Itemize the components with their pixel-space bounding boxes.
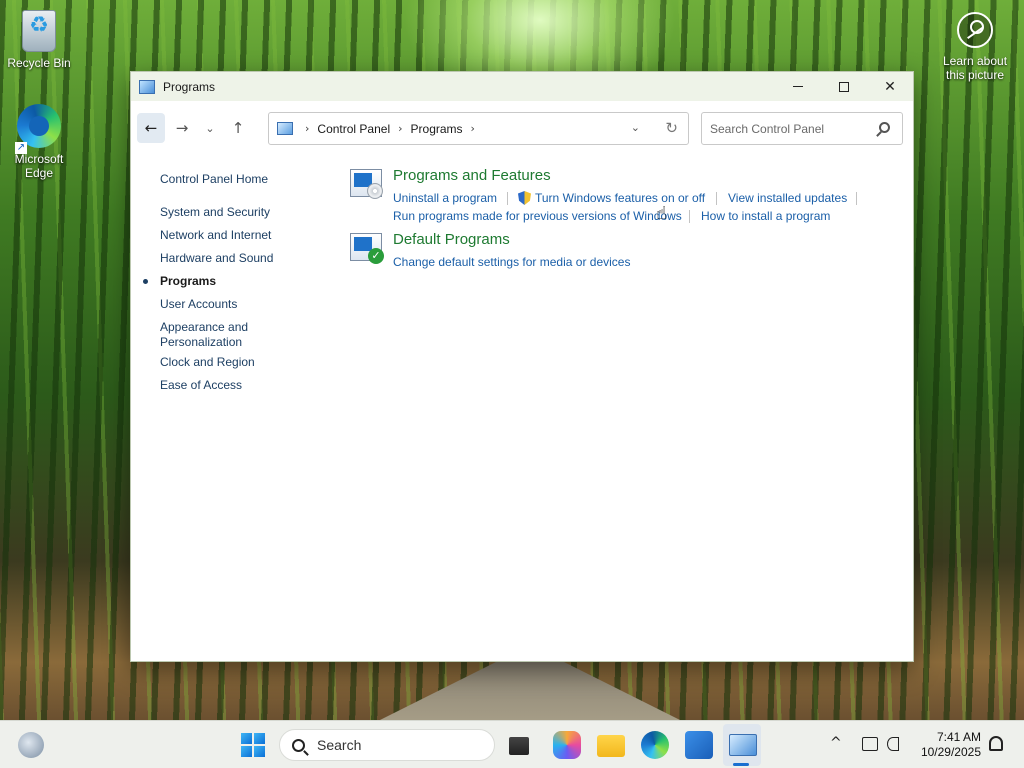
- back-button[interactable]: ←: [137, 113, 165, 143]
- refresh-icon[interactable]: ↻: [665, 119, 678, 137]
- default-programs-icon[interactable]: ✓: [350, 233, 384, 264]
- link-run-previous-versions[interactable]: Run programs made for previous versions …: [393, 209, 682, 223]
- recycle-bin-label: Recycle Bin: [7, 56, 71, 70]
- link-uninstall-program[interactable]: Uninstall a program: [393, 191, 497, 205]
- recycle-bin-icon: [22, 10, 56, 52]
- category-default-programs[interactable]: Default Programs: [393, 231, 510, 248]
- taskbar-search[interactable]: Search: [279, 729, 495, 761]
- show-hidden-icons-chevron-icon[interactable]: ^: [830, 735, 842, 751]
- link-separator: [689, 210, 690, 223]
- link-view-installed-updates[interactable]: View installed updates: [728, 191, 847, 205]
- arrow-left-icon: ←: [144, 119, 158, 137]
- camera-info-icon: [957, 12, 993, 48]
- windows-logo-icon: [254, 733, 265, 744]
- desktop-icon-recycle-bin[interactable]: Recycle Bin: [1, 10, 77, 70]
- up-button[interactable]: ↑: [224, 113, 252, 143]
- task-view-icon[interactable]: [509, 737, 529, 755]
- window-title: Programs: [163, 79, 216, 94]
- windows-logo-icon: [241, 733, 252, 744]
- volume-icon[interactable]: [887, 737, 899, 751]
- sidebar-item-system-security[interactable]: System and Security: [160, 205, 270, 220]
- link-separator: [716, 192, 717, 205]
- start-button[interactable]: [241, 733, 265, 757]
- edge-label: Microsoft Edge: [14, 152, 64, 180]
- arrow-right-icon: →: [175, 119, 189, 137]
- widgets-icon[interactable]: [18, 732, 44, 758]
- desktop-icon-edge[interactable]: ↗ Microsoft Edge: [1, 104, 77, 180]
- chevron-down-icon: ⌄: [205, 121, 215, 135]
- sidebar-item-control-panel-home[interactable]: Control Panel Home: [160, 172, 268, 187]
- sidebar-item-appearance[interactable]: Appearance and: [160, 320, 248, 335]
- address-bar[interactable]: › Control Panel › Programs › ⌄ ↻: [268, 112, 689, 145]
- content-area: Control Panel Home System and Security N…: [131, 155, 913, 661]
- maximize-icon: [839, 81, 849, 92]
- link-separator: [856, 192, 857, 205]
- window-controls: ✕: [775, 72, 913, 101]
- breadcrumb-separator[interactable]: ›: [305, 122, 309, 135]
- windows-logo-icon: [254, 746, 265, 757]
- search-input[interactable]: [710, 121, 870, 136]
- network-icon[interactable]: [862, 737, 878, 751]
- category-programs-features[interactable]: Programs and Features: [393, 167, 551, 184]
- learn-about-picture-label: Learn about this picture: [942, 54, 1008, 82]
- clock-date: 10/29/2025: [920, 745, 981, 759]
- sidebar-item-ease-of-access[interactable]: Ease of Access: [160, 378, 242, 393]
- breadcrumb-separator[interactable]: ›: [398, 122, 402, 135]
- active-bullet: [143, 279, 148, 284]
- sidebar-item-network-internet[interactable]: Network and Internet: [160, 228, 271, 243]
- link-turn-windows-features[interactable]: Turn Windows features on or off: [535, 191, 705, 205]
- maximize-button[interactable]: [821, 72, 867, 101]
- taskbar-search-label: Search: [317, 737, 362, 753]
- programs-features-icon[interactable]: [350, 169, 383, 199]
- control-panel-icon: [729, 734, 757, 756]
- navigation-bar: ← → ⌄ ↑ › Control Panel › Programs › ⌄ ↻: [131, 101, 913, 155]
- minimize-button[interactable]: [775, 72, 821, 101]
- window-screen-icon: [354, 237, 372, 251]
- sidebar-item-clock-region[interactable]: Clock and Region: [160, 355, 255, 370]
- learn-about-picture[interactable]: Learn about this picture: [940, 12, 1010, 82]
- notification-bell-icon[interactable]: [989, 736, 1003, 751]
- title-bar[interactable]: Programs ✕: [131, 72, 913, 101]
- hand-cursor-icon: ☝: [656, 203, 667, 224]
- active-indicator: [733, 763, 749, 766]
- forward-button[interactable]: →: [168, 113, 196, 143]
- edge-icon[interactable]: [641, 731, 669, 759]
- control-panel-icon: [139, 79, 155, 94]
- shortcut-arrow-icon: ↗: [15, 142, 27, 154]
- control-panel-icon: [277, 122, 293, 135]
- recent-locations-button[interactable]: ⌄: [199, 113, 221, 143]
- breadcrumb-programs[interactable]: Programs: [411, 122, 463, 136]
- sidebar-item-user-accounts[interactable]: User Accounts: [160, 297, 237, 312]
- taskbar: Search ^ 7:41 AM 10/29/2025: [0, 720, 1024, 768]
- address-dropdown-icon[interactable]: ⌄: [631, 121, 640, 134]
- file-explorer-icon[interactable]: [597, 735, 625, 757]
- breadcrumb-separator[interactable]: ›: [471, 122, 475, 135]
- minimize-icon: [793, 86, 803, 87]
- close-button[interactable]: ✕: [867, 72, 913, 101]
- clock[interactable]: 7:41 AM 10/29/2025: [917, 730, 981, 760]
- sidebar-item-programs[interactable]: Programs: [160, 274, 216, 289]
- disc-icon: [367, 183, 383, 199]
- check-icon: ✓: [368, 248, 384, 264]
- search-box[interactable]: [701, 112, 903, 145]
- breadcrumb-control-panel[interactable]: Control Panel: [317, 122, 390, 136]
- sidebar-item-personalization[interactable]: Personalization: [160, 335, 242, 350]
- link-change-default-settings[interactable]: Change default settings for media or dev…: [393, 255, 630, 269]
- search-icon: [292, 738, 305, 752]
- copilot-icon[interactable]: [553, 731, 581, 759]
- close-icon: ✕: [884, 78, 896, 95]
- uac-shield-icon: [518, 191, 531, 205]
- sidebar-item-hardware-sound[interactable]: Hardware and Sound: [160, 251, 273, 266]
- clock-time: 7:41 AM: [936, 730, 981, 744]
- control-panel-window: Programs ✕ ← → ⌄ ↑ › Control Panel › Pro…: [130, 71, 914, 662]
- arrow-up-icon: ↑: [231, 119, 245, 137]
- link-how-to-install[interactable]: How to install a program: [701, 209, 830, 223]
- search-icon[interactable]: [879, 122, 890, 133]
- windows-logo-icon: [241, 746, 252, 757]
- store-icon[interactable]: [685, 731, 713, 759]
- link-separator: [507, 192, 508, 205]
